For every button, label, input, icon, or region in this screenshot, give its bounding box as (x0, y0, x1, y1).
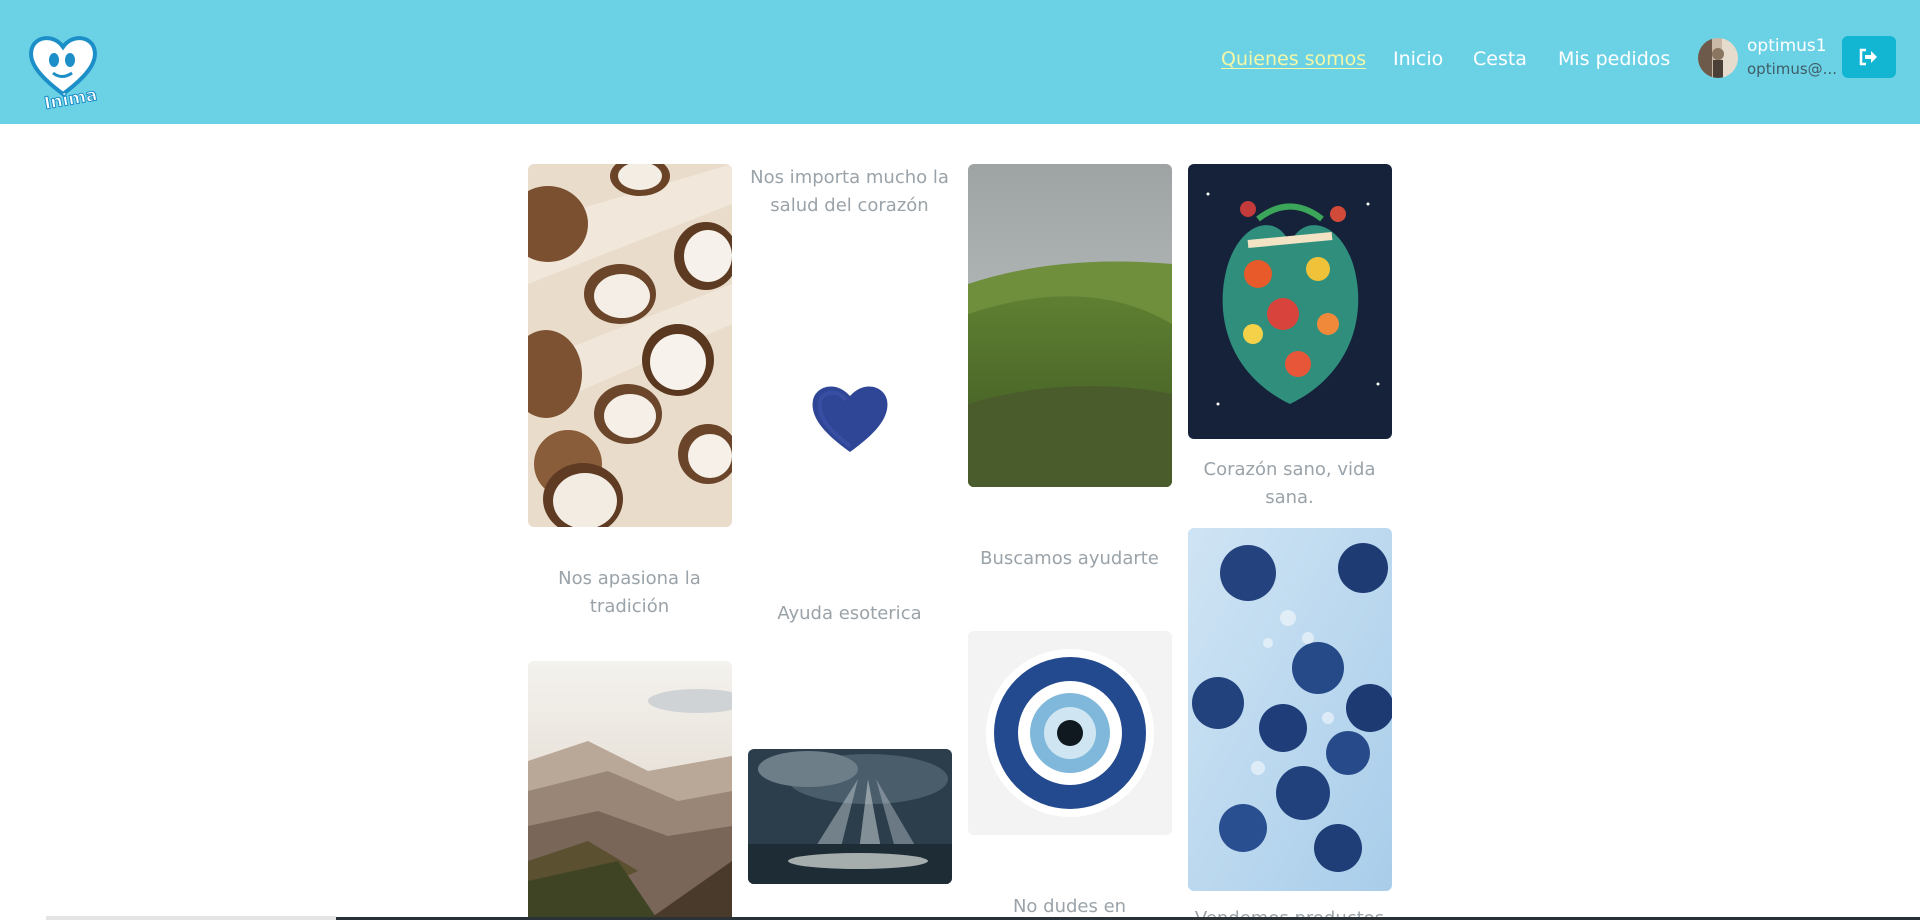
evil-eye-image (968, 631, 1172, 835)
caption-no-dudes: No dudes en (1012, 896, 1127, 917)
nav-cesta[interactable]: Cesta (1473, 48, 1527, 70)
caption-esoterica: Ayuda esoterica (777, 603, 922, 624)
caption-sano: Corazón sano, vida sana. (1203, 459, 1376, 508)
nav-mis-pedidos[interactable]: Mis pedidos (1558, 48, 1670, 70)
user-email: optimus@... (1747, 60, 1837, 78)
logout-button[interactable] (1842, 36, 1896, 78)
inima-logo[interactable]: Inima (26, 30, 100, 115)
svg-text:Inima: Inima (43, 85, 99, 110)
caption-ayudarte: Buscamos ayudarte (980, 548, 1159, 569)
floral-heart-image (1188, 164, 1392, 439)
header: Inima Quienes somos Inicio Cesta Mis ped… (0, 0, 1920, 124)
page: Inima Quienes somos Inicio Cesta Mis ped… (0, 0, 1920, 920)
blueberries-image (1188, 528, 1392, 891)
sunrays-sea-image (748, 749, 952, 884)
sign-out-icon (1859, 48, 1877, 66)
nav-inicio[interactable]: Inicio (1393, 48, 1443, 70)
user-name: optimus1 (1747, 36, 1827, 56)
coconuts-image (528, 164, 732, 527)
blue-heart-image (810, 380, 890, 454)
horizontal-scrollbar[interactable] (46, 916, 336, 920)
avatar[interactable] (1698, 38, 1738, 78)
nav-quienes-somos[interactable]: Quienes somos (1221, 48, 1366, 70)
caption-tradicion: Nos apasiona la tradición (558, 568, 701, 617)
mountains-image (528, 661, 732, 920)
caption-corazon: Nos importa mucho la salud del corazón (750, 167, 949, 216)
green-hills-image (968, 164, 1172, 487)
